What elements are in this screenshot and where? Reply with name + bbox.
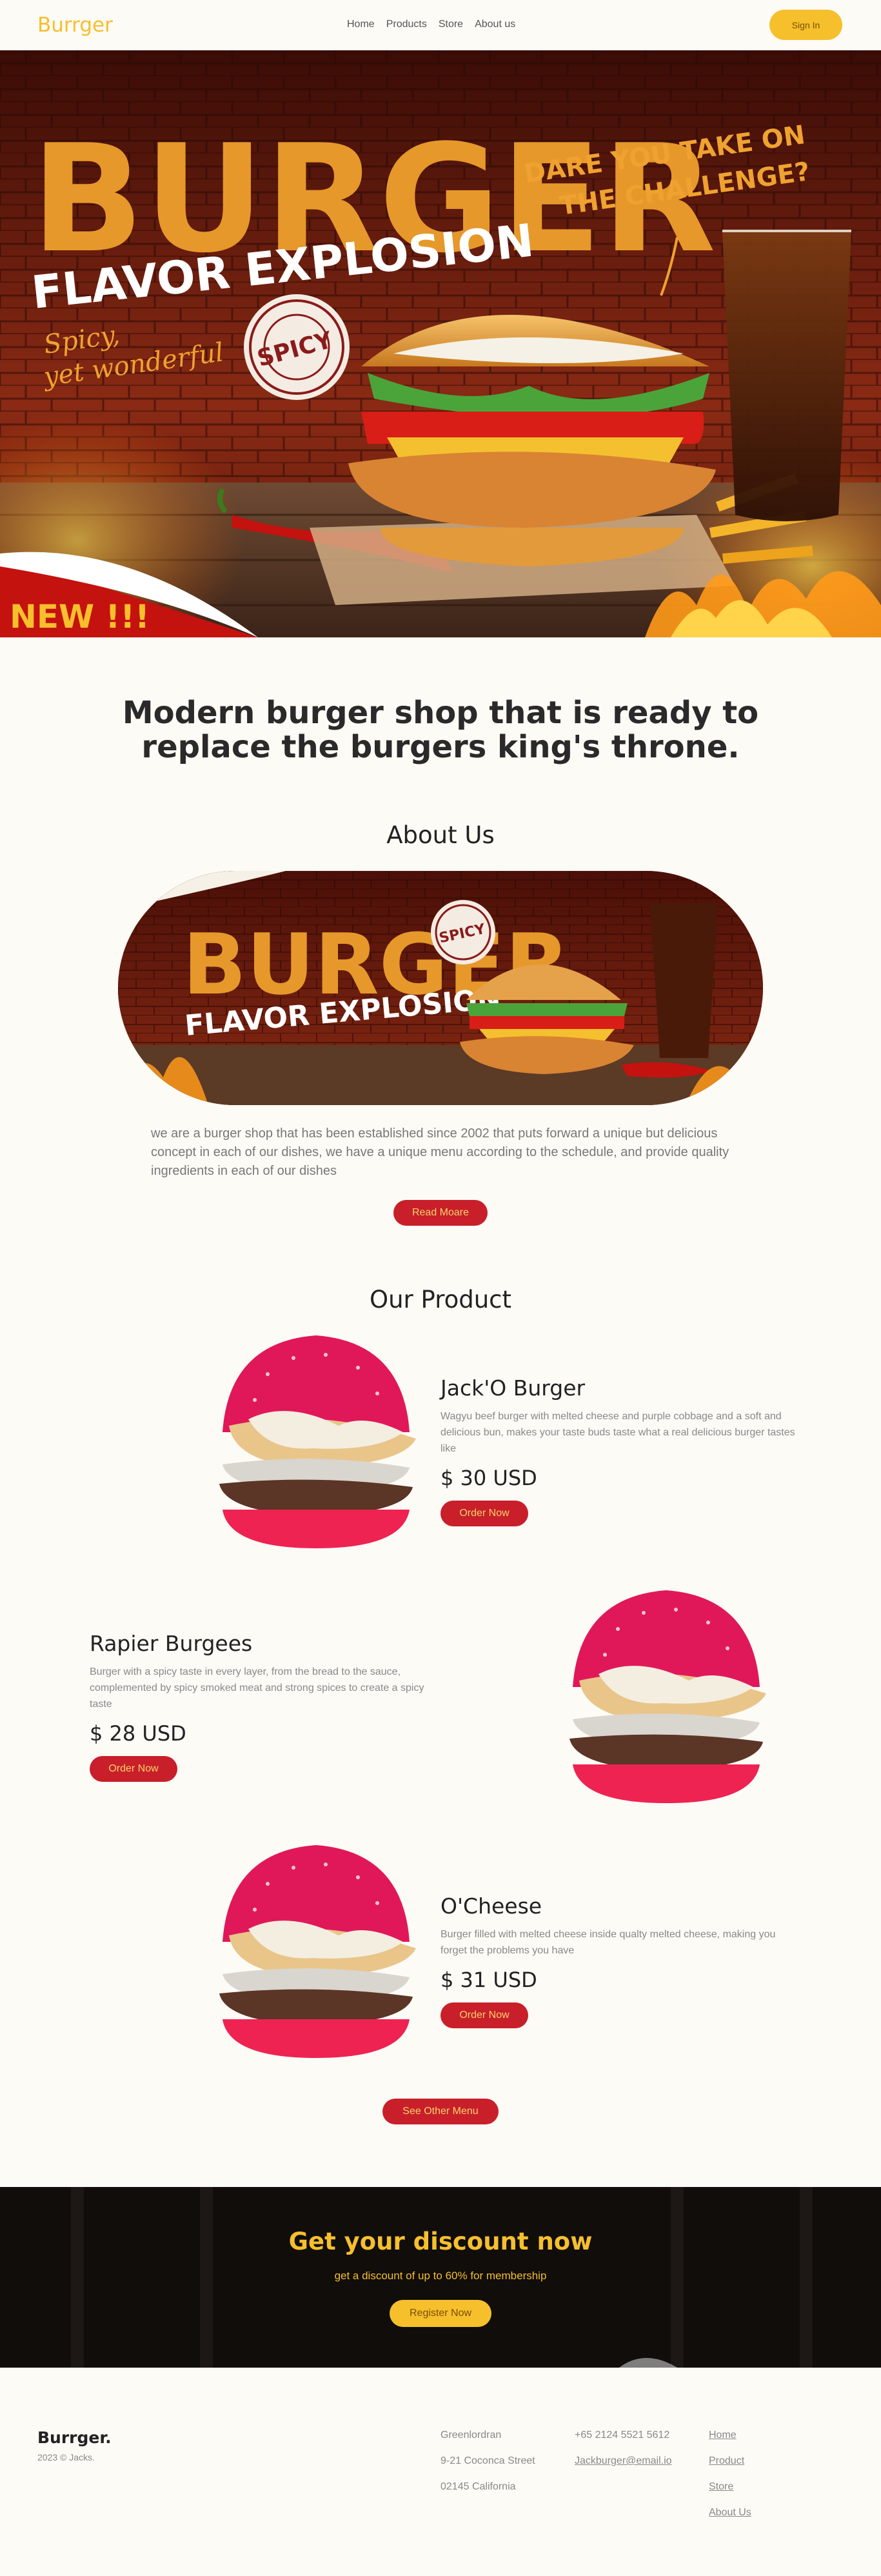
page-tagline: Modern burger shop that is ready to repl… <box>122 695 759 765</box>
email-link[interactable]: Jackburger@email.io <box>575 2455 672 2481</box>
soda-glass <box>722 230 851 521</box>
footer-address: Greenlordran 9-21 Coconca Street 02145 C… <box>440 2430 535 2507</box>
product-image-rapier <box>560 1584 773 1806</box>
about-title: About Us <box>386 821 495 849</box>
product-description: Wagyu beef burger with melted cheese and… <box>440 1411 795 1454</box>
discount-subtitle: get a discount of up to 60% for membersh… <box>334 2270 547 2282</box>
order-now-button[interactable]: Order Now <box>90 1756 177 1782</box>
product-price: $ 31 USD <box>440 1968 537 1992</box>
address-line: Greenlordran <box>440 2430 502 2441</box>
products-title: Our Product <box>369 1286 512 1313</box>
hero-illustration: BURGER FLAVOR EXPLOSION Spicy, yet wonde… <box>0 50 881 637</box>
product-name: Rapier Burgees <box>90 1631 253 1656</box>
hero-burger-image <box>348 315 716 566</box>
product-name: O'Cheese <box>440 1893 542 1919</box>
spicy-stamp: SPICY <box>244 294 350 400</box>
footer-link-product[interactable]: Product <box>709 2455 751 2481</box>
main-menu: Home Products Store About us <box>347 19 515 30</box>
sign-in-button[interactable]: Sign In <box>769 10 842 40</box>
footer-link-about[interactable]: About Us <box>709 2507 751 2533</box>
hero-banner: BURGER FLAVOR EXPLOSION Spicy, yet wonde… <box>0 50 881 637</box>
address-line: 9-21 Coconca Street <box>440 2455 535 2466</box>
see-other-menu-button[interactable]: See Other Menu <box>382 2099 499 2124</box>
new-badge-text: NEW !!! <box>10 598 150 635</box>
address-line: 02145 California <box>440 2481 516 2492</box>
about-description: we are a burger shop that has been estab… <box>151 1126 729 1178</box>
register-now-button[interactable]: Register Now <box>390 2300 491 2327</box>
nav-link-store[interactable]: Store <box>439 19 463 30</box>
product-name: Jack'O Burger <box>440 1375 586 1401</box>
order-now-button[interactable]: Order Now <box>440 1501 528 1526</box>
phone-number: +65 2124 5521 5612 <box>575 2430 670 2441</box>
nav-link-products[interactable]: Products <box>386 19 427 30</box>
footer-link-home[interactable]: Home <box>709 2430 751 2455</box>
product-description: Burger with a spicy taste in every layer… <box>90 1666 424 1710</box>
discount-banner: Get your discount now get a discount of … <box>0 2187 881 2368</box>
footer-link-store[interactable]: Store <box>709 2481 751 2507</box>
footer-brand: Burrger. <box>37 2428 112 2447</box>
read-more-button[interactable]: Read Moare <box>393 1200 488 1226</box>
about-banner-image: BURGER FLAVOR EXPLOSION SPICY <box>118 871 763 1105</box>
product-price: $ 30 USD <box>440 1466 537 1490</box>
brand-logo[interactable]: Burrger <box>37 14 113 37</box>
top-navbar: Burrger Home Products Store About us Sig… <box>0 0 881 50</box>
product-price: $ 28 USD <box>90 1721 186 1746</box>
nav-link-about[interactable]: About us <box>475 19 515 30</box>
nav-link-home[interactable]: Home <box>347 19 375 30</box>
footer-copyright: 2023 © Jacks. <box>37 2452 95 2462</box>
discount-title: Get your discount now <box>288 2228 593 2255</box>
footer-contact: +65 2124 5521 5612 Jackburger@email.io <box>575 2430 672 2481</box>
product-description: Burger filled with melted cheese inside … <box>440 1929 776 1956</box>
order-now-button[interactable]: Order Now <box>440 2002 528 2028</box>
product-image-ocheese <box>210 1839 422 2061</box>
product-image-jacko <box>210 1329 422 1552</box>
footer-links: Home Product Store About Us <box>709 2430 751 2533</box>
